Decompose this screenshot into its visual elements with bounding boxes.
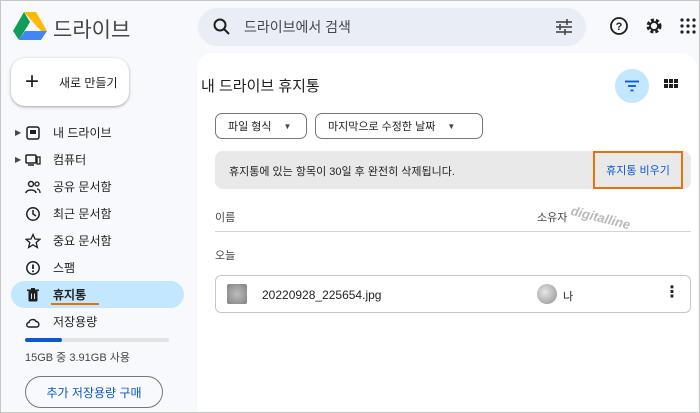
trash-info-text: 휴지통에 있는 항목이 30일 후 완전히 삭제됩니다. (229, 166, 455, 178)
shared-icon (25, 180, 41, 194)
sidebar-item-computers[interactable]: ▶ 컴퓨터 (11, 146, 184, 173)
storage-usage-text: 15GB 중 3.91GB 사용 (25, 352, 130, 364)
empty-trash-button[interactable]: 휴지통 비우기 (593, 151, 683, 189)
column-header-name[interactable]: 이름 (215, 209, 235, 225)
apps-icon[interactable] (677, 15, 699, 37)
computer-icon (25, 154, 41, 166)
caret-right-icon[interactable]: ▶ (15, 155, 21, 164)
trash-info-banner: 휴지통에 있는 항목이 30일 후 완전히 삭제됩니다. 휴지통 비우기 (215, 151, 691, 189)
modified-date-filter[interactable]: 마지막으로 수정한 날짜 ▼ (315, 113, 483, 139)
search-input[interactable] (244, 17, 544, 37)
plus-icon: + (25, 68, 40, 95)
file-type-filter-label: 파일 형식 (228, 121, 272, 133)
header-divider (215, 231, 691, 232)
sidebar-item-label: 휴지통 (53, 288, 87, 302)
caret-right-icon[interactable]: ▶ (15, 128, 21, 137)
storage-progress-fill (25, 338, 63, 342)
filter-icon (625, 80, 639, 92)
file-name: 20220928_225654.jpg (262, 288, 382, 302)
sidebar-item-starred[interactable]: 중요 문서함 (11, 227, 184, 254)
my-drive-icon (26, 126, 40, 140)
file-owner: 나 (563, 291, 574, 303)
column-header-owner[interactable]: 소유자 (537, 209, 567, 225)
sidebar-item-label: 저장용량 (53, 315, 98, 329)
search-options-icon[interactable] (554, 18, 574, 36)
group-label-today: 오늘 (215, 250, 236, 262)
watermark: digitalline (569, 203, 632, 233)
modified-date-filter-label: 마지막으로 수정한 날짜 (328, 121, 436, 133)
more-actions-icon[interactable]: ⋮ (664, 285, 680, 301)
sidebar-item-label: 중요 문서함 (53, 234, 112, 248)
sidebar-item-label: 내 드라이브 (53, 126, 112, 140)
cloud-icon (26, 318, 40, 328)
filter-button[interactable] (615, 69, 649, 103)
caret-down-icon: ▼ (283, 121, 292, 131)
image-file-thumbnail (227, 284, 247, 304)
help-icon[interactable]: ? (608, 15, 630, 37)
sidebar-item-label: 최근 문서함 (53, 207, 112, 221)
file-type-filter[interactable]: 파일 형식 ▼ (215, 113, 307, 139)
search-bar[interactable] (198, 8, 586, 46)
star-icon (25, 233, 41, 249)
page-title: 내 드라이브 휴지통 (201, 78, 320, 95)
new-button[interactable]: + 새로 만들기 (11, 58, 129, 106)
search-icon[interactable] (212, 17, 232, 37)
buy-storage-button[interactable]: 추가 저장용량 구매 (25, 376, 163, 408)
sidebar-item-label: 컴퓨터 (53, 153, 87, 167)
owner-avatar (537, 284, 557, 304)
sidebar-item-recent[interactable]: 최근 문서함 (11, 200, 184, 227)
highlight-underline (51, 303, 99, 305)
spam-icon (26, 261, 40, 275)
main-content: 내 드라이브 휴지통 파일 형식 ▼ 마지막으로 수정한 날짜 ▼ 휴지통에 있… (197, 53, 697, 411)
sidebar-item-storage[interactable]: 저장용량 (11, 308, 184, 335)
app-name: 드라이브 (53, 19, 131, 42)
sidebar-item-label: 스팸 (53, 261, 76, 275)
new-button-label: 새로 만들기 (59, 75, 118, 90)
storage-progress-bar (25, 338, 169, 342)
table-row[interactable]: 20220928_225654.jpg 나 ⋮ (215, 275, 691, 313)
sidebar-nav: ▶ 내 드라이브 ▶ 컴퓨터 공유 문서함 최근 문서함 중요 문서함 스팸 휴… (1, 119, 191, 335)
sidebar-item-label: 공유 문서함 (53, 180, 112, 194)
trash-icon (27, 288, 39, 302)
sidebar-item-spam[interactable]: 스팸 (11, 254, 184, 281)
clock-icon (26, 207, 40, 221)
svg-text:?: ? (616, 21, 623, 33)
sidebar-item-shared[interactable]: 공유 문서함 (11, 173, 184, 200)
grid-view-icon[interactable] (663, 76, 679, 92)
top-bar: 드라이브 ? (1, 1, 700, 53)
sidebar-item-my-drive[interactable]: ▶ 내 드라이브 (11, 119, 184, 146)
drive-logo-icon[interactable] (13, 11, 47, 41)
settings-icon[interactable] (643, 15, 665, 37)
sidebar-item-trash[interactable]: 휴지통 (11, 281, 184, 308)
caret-down-icon: ▼ (447, 121, 456, 131)
